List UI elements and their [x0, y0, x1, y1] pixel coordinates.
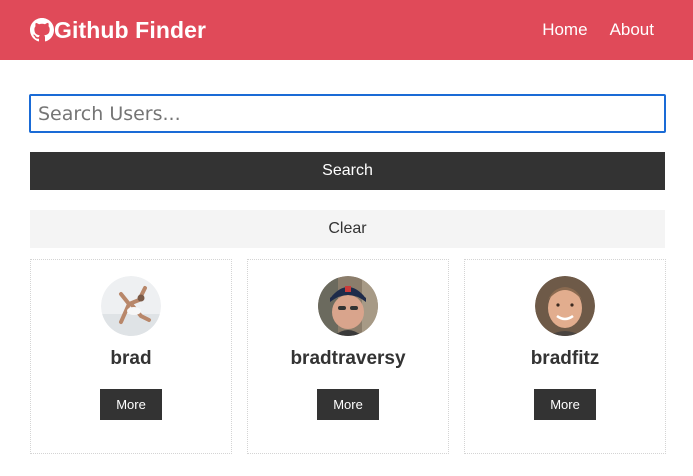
- user-avatar: [318, 276, 378, 336]
- username: bradfitz: [530, 348, 600, 369]
- search-input[interactable]: [29, 94, 666, 133]
- user-card: brad More: [30, 259, 232, 454]
- more-button[interactable]: More: [100, 389, 162, 420]
- nav-links: Home About: [520, 20, 654, 40]
- clear-button[interactable]: Clear: [30, 210, 665, 248]
- username: brad: [110, 348, 152, 369]
- navbar: Github Finder Home About: [0, 0, 693, 60]
- brand-title: Github Finder: [54, 16, 207, 43]
- nav-about-link[interactable]: About: [610, 20, 654, 40]
- search-button[interactable]: Search: [30, 152, 665, 190]
- github-icon: [30, 18, 54, 42]
- user-avatar: [101, 276, 161, 336]
- more-button[interactable]: More: [317, 389, 379, 420]
- user-avatar: [535, 276, 595, 336]
- brand[interactable]: Github Finder: [30, 17, 206, 44]
- username: bradtraversy: [290, 348, 406, 369]
- user-card: bradtraversy More: [247, 259, 449, 454]
- user-card: bradfitz More: [464, 259, 666, 454]
- nav-home-link[interactable]: Home: [542, 20, 587, 40]
- more-button[interactable]: More: [534, 389, 596, 420]
